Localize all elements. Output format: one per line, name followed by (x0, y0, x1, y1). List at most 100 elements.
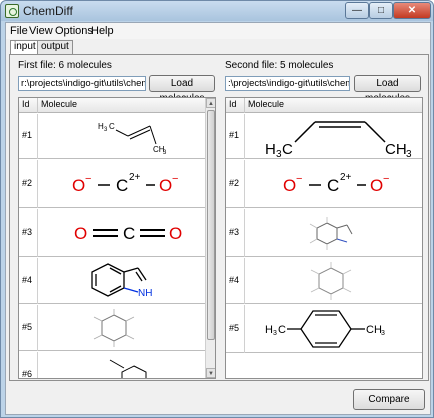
charge-label: 2+ (340, 172, 352, 183)
charge-label: − (383, 173, 389, 185)
client-area: File View Options Help input output Firs… (5, 22, 431, 415)
table-row[interactable]: #5 H 3 C CH 3 (226, 305, 422, 353)
oxygen-label: O (74, 224, 87, 243)
table-row[interactable]: #4 (226, 258, 422, 304)
first-table-header: Id Molecule (19, 98, 205, 113)
table-row[interactable]: #6 (19, 352, 205, 379)
molecule-drawing: H 3 C CH 3 (98, 122, 167, 156)
scroll-down-arrow-icon[interactable]: ▼ (206, 368, 215, 378)
molecule-drawing (310, 262, 352, 300)
row-id: #3 (229, 227, 240, 237)
table-row[interactable]: #1 H 3 C CH 3 (226, 114, 422, 159)
molecule-drawing: H 3 C CH 3 (265, 310, 385, 348)
window-title: ChemDiff (23, 4, 73, 18)
column-molecule-header[interactable]: Molecule (41, 99, 77, 109)
molecule-drawing: NH (91, 263, 152, 299)
second-table-header: Id Molecule (226, 98, 422, 113)
bond (115, 129, 129, 137)
row-id: #4 (229, 275, 240, 285)
table-row[interactable]: #3 O C O (19, 209, 205, 257)
carbon-label: C (116, 176, 128, 195)
bond (309, 238, 318, 244)
subscript: 3 (381, 330, 385, 337)
molecule-drawing (109, 359, 147, 378)
methyl-label: CH (366, 324, 382, 336)
cyclohexane-ring (318, 267, 344, 295)
table-row[interactable]: #4 NH (19, 258, 205, 304)
row-id: #5 (22, 322, 33, 332)
second-file-label: Second file: 5 molecules (225, 60, 334, 71)
maximize-button[interactable]: □ (369, 2, 393, 19)
benzene-ring (91, 263, 125, 297)
benzene-ring (316, 222, 338, 245)
tab-output[interactable]: output (37, 40, 73, 54)
close-button[interactable]: ✕ (393, 2, 431, 19)
table-row[interactable]: #3 (226, 209, 422, 257)
methyl-label: H (265, 324, 273, 336)
first-table-scrollbar[interactable]: ▲ ▼ (205, 98, 215, 378)
column-divider (244, 98, 245, 113)
bond (294, 121, 316, 143)
row-id: #1 (22, 130, 33, 140)
molecule-drawing (309, 217, 353, 250)
bond (125, 334, 135, 340)
table-row[interactable]: #5 (19, 305, 205, 351)
subscript: 3 (104, 127, 108, 133)
app-window: ChemDiff — □ ✕ File View Options Help in… (0, 0, 434, 418)
first-file-path-field[interactable]: r:\projects\indigo-git\utils\chemdiff\ (18, 76, 146, 91)
table-row[interactable]: #2 O − C 2+ O − (226, 160, 422, 208)
menu-view[interactable]: View (29, 25, 53, 37)
input-panel: First file: 6 molecules r:\projects\indi… (9, 54, 429, 381)
charge-label: 2+ (129, 172, 141, 183)
benzene-ring (300, 310, 352, 348)
bond (346, 224, 353, 235)
second-molecule-table: Id Molecule #1 H 3 C CH 3 #2 O − C 2+ O … (225, 97, 423, 379)
oxygen-label: O (370, 176, 383, 195)
bond (149, 125, 157, 145)
column-id-header[interactable]: Id (229, 99, 237, 109)
menu-file[interactable]: File (10, 25, 28, 37)
second-file-path-field[interactable]: :\projects\indigo-git\utils\chemdiff\b (225, 76, 350, 91)
first-load-button[interactable]: Load molecules (149, 75, 215, 104)
compare-button[interactable]: Compare (353, 389, 425, 410)
bond (342, 269, 352, 275)
title-bar[interactable]: ChemDiff — □ ✕ (1, 1, 433, 21)
carbon-label: C (327, 176, 339, 195)
molecule-drawing: H 3 C CH 3 (265, 121, 412, 159)
table-row[interactable]: #1 H 3 C CH 3 (19, 114, 205, 159)
oxygen-label: O (169, 224, 182, 243)
row-id: #2 (229, 178, 240, 188)
bond (109, 359, 125, 369)
bond (109, 267, 122, 275)
charge-label: − (85, 173, 91, 185)
row-id: #6 (22, 369, 33, 379)
column-molecule-header[interactable]: Molecule (248, 99, 284, 109)
oxygen-label: O (72, 176, 85, 195)
menu-help[interactable]: Help (91, 25, 114, 37)
molecule-drawing: O − C 2+ O − (283, 172, 389, 195)
subscript: 3 (273, 330, 277, 337)
row-id: #3 (22, 227, 33, 237)
row-id: #2 (22, 178, 33, 188)
tab-input[interactable]: input (10, 40, 40, 55)
minimize-button[interactable]: — (345, 2, 369, 19)
column-divider (37, 98, 38, 113)
subscript: 3 (406, 149, 412, 159)
bond (123, 267, 139, 273)
scroll-up-arrow-icon[interactable]: ▲ (206, 98, 215, 108)
molecule-drawing: O − C 2+ O − (72, 172, 178, 195)
column-id-header[interactable]: Id (22, 99, 30, 109)
bond (342, 287, 352, 293)
menu-options[interactable]: Options (55, 25, 93, 37)
menu-bar: File View Options Help (6, 23, 430, 39)
table-row[interactable]: #2 O − C 2+ O − (19, 160, 205, 208)
first-file-label: First file: 6 molecules (18, 60, 112, 71)
second-load-button[interactable]: Load molecules (354, 75, 421, 104)
bond (93, 334, 103, 340)
row-id: #1 (229, 130, 240, 140)
oxygen-label: O (283, 176, 296, 195)
cyclohexane-ring (101, 314, 127, 342)
bond (129, 129, 151, 140)
scroll-thumb[interactable] (207, 110, 215, 340)
methyl-label: H (265, 141, 276, 158)
